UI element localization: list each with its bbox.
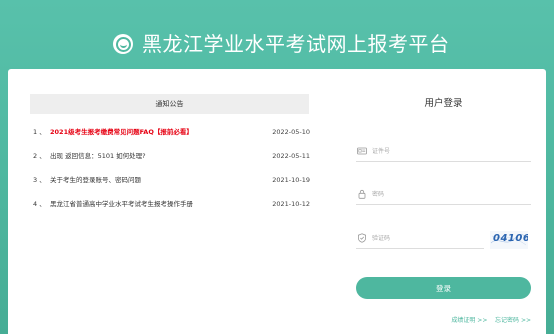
notice-title-link[interactable]: 关于考生的登录账号、密码问题	[50, 168, 141, 192]
login-panel: 用户登录 证件号 验证码 04106 登录 成绩证明 >> 忘记密码 >>	[356, 69, 531, 334]
id-number-input[interactable]	[372, 144, 522, 159]
notice-item[interactable]: 2 、 出现 返回信息：5101 如何处理? 2022-05-11	[30, 144, 310, 168]
lock-icon	[358, 189, 366, 199]
id-field	[356, 142, 531, 162]
id-card-icon	[357, 147, 367, 155]
notice-item[interactable]: 1 、 2021级考生报考缴费常见问题FAQ【报前必看】 2022-05-10	[30, 120, 310, 144]
login-button[interactable]: 登录	[356, 277, 531, 299]
captcha-text: 04106	[493, 233, 528, 244]
password-field	[356, 185, 531, 205]
forgot-password-link[interactable]: 忘记密码 >>	[495, 317, 531, 324]
notice-date: 2022-05-11	[272, 152, 310, 160]
platform-emblem-icon	[113, 34, 133, 54]
notice-item[interactable]: 4 、 黑龙江省普通高中学业水平考试考生报考操作手册 2021-10-12	[30, 192, 310, 216]
captcha-image[interactable]: 04106	[490, 231, 528, 249]
score-certificate-link[interactable]: 成绩证明 >>	[451, 317, 487, 324]
login-title: 用户登录	[424, 98, 463, 109]
notice-title-link[interactable]: 2021级考生报考缴费常见问题FAQ【报前必看】	[50, 120, 193, 144]
notice-index: 1 、	[33, 128, 46, 136]
notice-date: 2021-10-19	[272, 176, 310, 184]
main-card: 通知公告 1 、 2021级考生报考缴费常见问题FAQ【报前必看】 2022-0…	[8, 69, 546, 334]
notice-title-link[interactable]: 出现 返回信息：5101 如何处理?	[50, 144, 146, 168]
site-title: 黑龙江学业水平考试网上报考平台	[142, 32, 450, 56]
notice-list: 1 、 2021级考生报考缴费常见问题FAQ【报前必看】 2022-05-10 …	[30, 120, 310, 216]
notice-date: 2021-10-12	[272, 200, 310, 208]
notice-index: 2 、	[33, 152, 46, 160]
notice-index: 3 、	[33, 176, 46, 184]
site-header: 黑龙江学业水平考试网上报考平台	[0, 0, 554, 68]
shield-check-icon	[358, 233, 366, 243]
notice-index: 4 、	[33, 200, 46, 208]
notice-heading: 通知公告	[30, 94, 309, 114]
notice-panel: 通知公告 1 、 2021级考生报考缴费常见问题FAQ【报前必看】 2022-0…	[30, 94, 310, 216]
notice-title-link[interactable]: 黑龙江省普通高中学业水平考试考生报考操作手册	[50, 192, 193, 216]
captcha-field	[356, 229, 484, 249]
password-input[interactable]	[372, 187, 522, 202]
notice-item[interactable]: 3 、 关于考生的登录账号、密码问题 2021-10-19	[30, 168, 310, 192]
footer-links: 成绩证明 >> 忘记密码 >>	[451, 315, 531, 324]
captcha-input[interactable]	[372, 231, 472, 246]
notice-date: 2022-05-10	[272, 128, 310, 136]
